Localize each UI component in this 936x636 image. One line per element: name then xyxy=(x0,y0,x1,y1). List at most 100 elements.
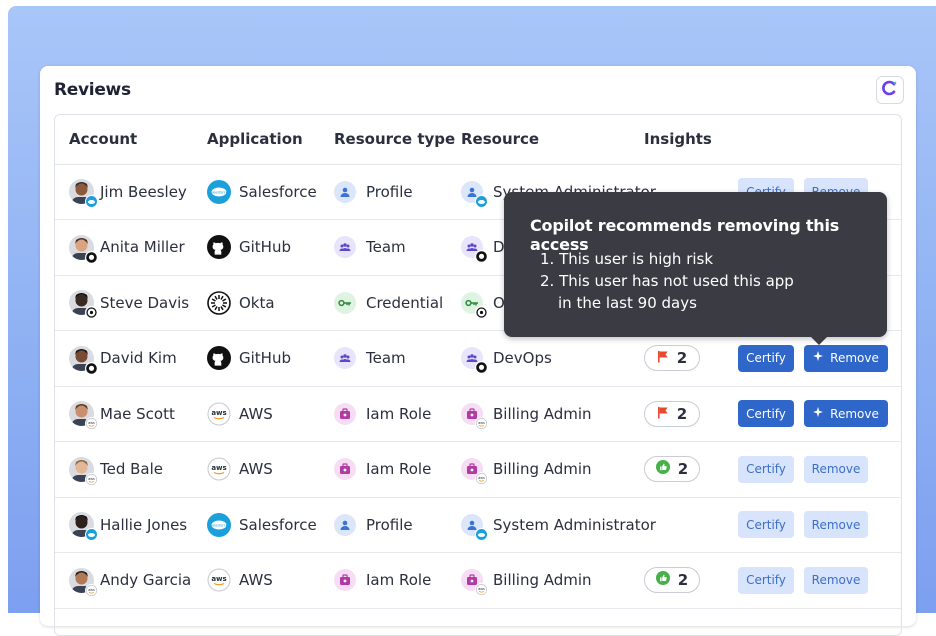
insight-count: 2 xyxy=(677,571,689,589)
certify-button[interactable]: Certify xyxy=(738,344,794,372)
account-name: Steve Davis xyxy=(100,293,190,312)
resource-icon xyxy=(461,291,488,319)
risk-insight-badge[interactable]: 2 xyxy=(644,400,700,427)
resource-cell: aws Billing Admin xyxy=(461,553,592,608)
resource-type-name: Credential xyxy=(366,293,444,312)
application-name: AWS xyxy=(239,571,273,589)
column-header-resource: Resource xyxy=(461,130,540,148)
certify-cell: Certify xyxy=(738,497,794,552)
profile-type-icon xyxy=(334,513,356,536)
account-name: Ted Bale xyxy=(100,460,164,478)
table-header: Account Application Resource type Resour… xyxy=(55,115,901,165)
tooltip-reason-2: 2. This user has not used this app xyxy=(540,272,794,290)
svg-text:aws: aws xyxy=(211,464,226,472)
svg-text:aws: aws xyxy=(478,476,485,480)
copilot-button[interactable] xyxy=(876,76,904,104)
resource-app-badge-icon xyxy=(475,305,488,319)
remove-label: Remove xyxy=(830,406,879,421)
tooltip-reason-2-cont: in the last 90 days xyxy=(558,294,697,312)
resource-cell: aws Billing Admin xyxy=(461,386,592,441)
thumbs-up-icon xyxy=(655,460,670,478)
application-cell: Okta xyxy=(207,275,275,330)
resource-app-badge-icon xyxy=(475,361,488,374)
copilot-tooltip: Copilot recommends removing this access … xyxy=(504,192,887,345)
ok-insight-badge[interactable]: 2 xyxy=(644,456,700,482)
resource-type-cell: Team xyxy=(334,220,406,275)
certify-button[interactable]: Certify xyxy=(738,400,794,427)
application-name: Salesforce xyxy=(239,515,317,534)
resource-type-name: Profile xyxy=(366,515,413,534)
salesforce-logo-icon: salesforce xyxy=(207,512,231,537)
resource-icon xyxy=(461,347,488,374)
remove-button[interactable]: Remove xyxy=(804,455,868,483)
okta-logo-icon xyxy=(207,290,231,315)
sparkle-icon xyxy=(813,406,824,421)
aws-logo-icon: aws xyxy=(207,401,231,426)
application-cell: aws AWS xyxy=(207,442,273,497)
account-cell: Anita Miller xyxy=(69,220,185,275)
certify-cell: Certify xyxy=(738,331,794,386)
insights-cell: 2 xyxy=(644,331,700,386)
resource-cell: aws Billing Admin xyxy=(461,442,592,497)
table-row: aws Mae Scott aws AWS Iam Role aws Billing Adm… xyxy=(55,386,901,442)
resource-app-badge-icon: aws xyxy=(475,472,488,485)
app-badge-icon xyxy=(85,528,98,541)
tooltip-arrow xyxy=(810,336,828,345)
column-header-resource-type: Resource type xyxy=(334,130,456,148)
avatar xyxy=(69,179,98,208)
avatar: aws xyxy=(69,456,98,486)
account-cell: aws Andy Garcia xyxy=(69,553,191,608)
remove-cell: Remove xyxy=(804,386,888,441)
reviews-card: Reviews Account Application Resource typ… xyxy=(40,66,916,636)
resource-app-badge-icon xyxy=(475,194,488,208)
application-name: GitHub xyxy=(239,238,291,256)
remove-cell: Remove xyxy=(804,442,868,497)
svg-text:aws: aws xyxy=(211,575,226,583)
aws-logo-icon: aws xyxy=(207,568,231,592)
remove-button[interactable]: Remove xyxy=(804,400,888,427)
insight-count: 2 xyxy=(677,460,689,478)
account-name: David Kim xyxy=(100,349,177,367)
certify-button[interactable]: Certify xyxy=(738,566,794,594)
remove-label: Remove xyxy=(811,517,861,532)
avatar xyxy=(69,234,98,264)
svg-text:aws: aws xyxy=(478,421,485,425)
resource-type-cell: Iam Role xyxy=(334,442,431,497)
resource-type-cell: Team xyxy=(334,331,406,386)
sparkle-icon xyxy=(813,351,824,365)
resource-cell: DevOps xyxy=(461,331,552,386)
app-badge-icon xyxy=(85,195,98,208)
resource-app-badge-icon: aws xyxy=(475,583,488,596)
certify-cell: Certify xyxy=(738,442,794,497)
resource-type-name: Iam Role xyxy=(366,460,432,478)
application-name: Okta xyxy=(239,293,275,312)
resource-icon: aws xyxy=(461,458,488,485)
aws-logo-icon: aws xyxy=(207,457,231,481)
application-name: GitHub xyxy=(239,349,291,367)
application-name: Salesforce xyxy=(239,182,317,201)
credential-type-icon xyxy=(334,291,356,314)
tooltip-title: Copilot recommends removing this access xyxy=(530,216,840,254)
table-row: aws Ted Bale aws AWS Iam Role aws Billing Admi… xyxy=(55,442,901,498)
red-flag-icon xyxy=(657,405,669,423)
svg-text:salesforce: salesforce xyxy=(211,190,227,194)
insights-cell: 2 xyxy=(644,386,700,441)
ok-insight-badge[interactable]: 2 xyxy=(644,567,700,593)
risk-insight-badge[interactable]: 2 xyxy=(644,345,700,371)
account-cell: aws Ted Bale xyxy=(69,442,163,497)
resource-type-cell: Iam Role xyxy=(334,386,431,441)
team-type-icon xyxy=(334,347,356,369)
resource-icon: aws xyxy=(461,402,488,430)
github-logo-icon xyxy=(207,235,231,259)
account-cell: aws Mae Scott xyxy=(69,386,175,441)
certify-button[interactable]: Certify xyxy=(738,511,794,538)
remove-button[interactable]: Remove xyxy=(804,344,888,372)
avatar xyxy=(69,345,98,375)
insight-count: 2 xyxy=(676,404,688,423)
resource-type-name: Profile xyxy=(366,182,413,201)
certify-button[interactable]: Certify xyxy=(738,455,794,483)
team-type-icon xyxy=(334,236,356,258)
resource-name: System Administrator xyxy=(493,515,656,534)
remove-button[interactable]: Remove xyxy=(804,566,868,594)
remove-button[interactable]: Remove xyxy=(804,511,868,538)
